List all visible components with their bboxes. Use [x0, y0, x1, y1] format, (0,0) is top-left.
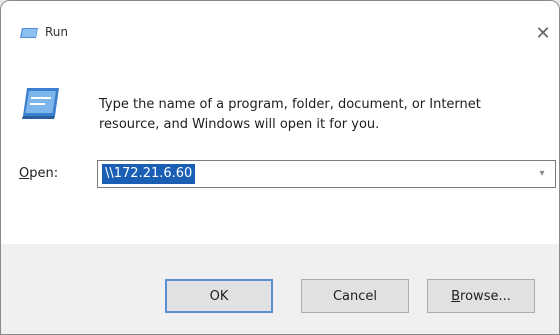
- cancel-button[interactable]: Cancel: [301, 279, 409, 313]
- run-app-icon-large: [22, 88, 59, 119]
- open-label-mnemonic: O: [19, 166, 30, 181]
- close-icon: ✕: [535, 22, 551, 44]
- button-bar: OK Cancel Browse...: [1, 244, 559, 334]
- ok-button-label: OK: [209, 288, 229, 304]
- dialog-description: Type the name of a program, folder, docu…: [99, 97, 481, 132]
- browse-button-label: rowse...: [460, 288, 511, 304]
- run-dialog: Run ✕ Type the name of a program, folder…: [0, 0, 560, 335]
- title-bar[interactable]: Run ✕: [1, 1, 559, 59]
- chevron-down-icon[interactable]: ▾: [535, 167, 549, 181]
- run-app-icon: [20, 28, 38, 38]
- open-label: Open:: [19, 166, 58, 181]
- close-button[interactable]: ✕: [531, 21, 555, 45]
- ok-button[interactable]: OK: [165, 279, 273, 313]
- dialog-body: Type the name of a program, folder, docu…: [1, 59, 559, 244]
- browse-button-mnemonic: B: [451, 288, 461, 304]
- open-input[interactable]: \\172.21.6.60: [102, 164, 196, 184]
- cancel-button-label: Cancel: [332, 288, 378, 304]
- browse-button[interactable]: Browse...: [427, 279, 535, 313]
- open-combobox[interactable]: \\172.21.6.60 ▾: [97, 160, 556, 188]
- window-title: Run: [45, 25, 69, 39]
- open-label-rest: pen:: [29, 166, 59, 181]
